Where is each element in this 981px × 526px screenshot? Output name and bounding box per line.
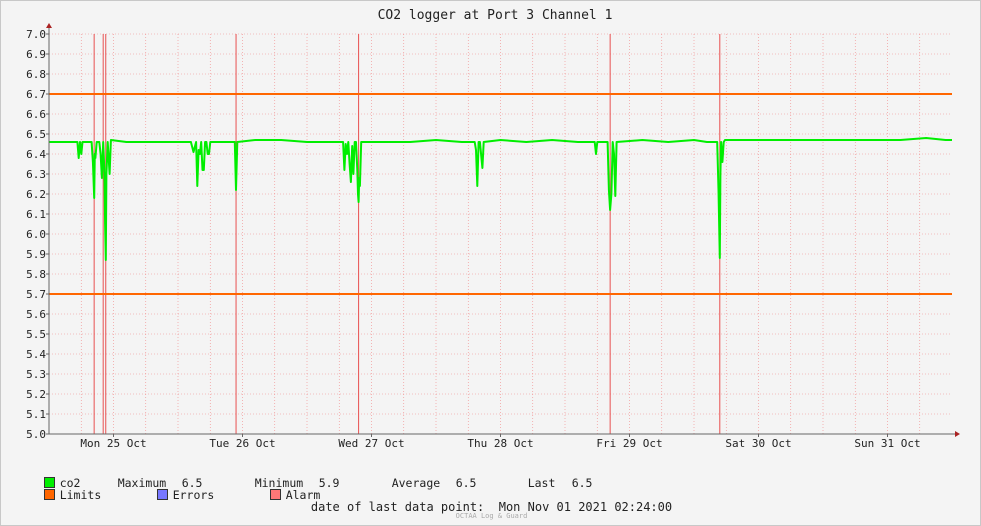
y-tick-label: 5.3 bbox=[26, 368, 46, 381]
legend-keys-row: Limits Errors Alarm bbox=[16, 476, 320, 502]
x-tick-labels: Mon 25 Oct Tue 26 Oct Wed 27 Oct Thu 28 Oct… bbox=[80, 437, 920, 450]
legend-avg-value: 6.5 bbox=[455, 476, 477, 490]
x-axis-arrow bbox=[955, 431, 960, 437]
alarm-swatch bbox=[269, 489, 281, 500]
y-tick-label: 5.1 bbox=[26, 408, 46, 421]
legend-last-label: Last bbox=[527, 476, 556, 490]
x-tick-label: Mon 25 Oct bbox=[80, 437, 146, 450]
x-tick-label: Sat 30 Oct bbox=[725, 437, 791, 450]
errors-swatch bbox=[156, 489, 168, 500]
x-tick-label: Sun 31 Oct bbox=[854, 437, 920, 450]
y-tick-label: 6.2 bbox=[26, 188, 46, 201]
y-tick-label: 6.3 bbox=[26, 168, 46, 181]
y-axis-arrow bbox=[46, 23, 52, 28]
co2-chart: CO2 logger at Port 3 Channel 1 5.0 5.1 5.2… bbox=[26, 8, 960, 450]
y-tick-label: 6.4 bbox=[26, 148, 46, 161]
y-tick-label: 5.0 bbox=[26, 428, 46, 441]
y-tick-label: 5.2 bbox=[26, 388, 46, 401]
y-tick-labels: 5.0 5.1 5.2 5.3 5.4 5.5 5.6 5.7 5.8 5.9 6.0 6.1 6.2 6… bbox=[26, 28, 46, 441]
y-tick-label: 5.4 bbox=[26, 348, 46, 361]
x-tick-label: Fri 29 Oct bbox=[596, 437, 662, 450]
limits-swatch bbox=[43, 489, 55, 500]
y-tick-label: 6.7 bbox=[26, 88, 46, 101]
legend-avg-label: Average bbox=[391, 476, 441, 490]
legend-min-value: 5.9 bbox=[318, 476, 340, 490]
x-tick-label: Thu 28 Oct bbox=[467, 437, 533, 450]
y-tick-label: 5.5 bbox=[26, 328, 46, 341]
y-tick-label: 6.6 bbox=[26, 108, 46, 121]
y-tick-label: 5.8 bbox=[26, 268, 46, 281]
y-tick-label: 5.9 bbox=[26, 248, 46, 261]
watermark: OCTAA Log & Guard bbox=[455, 512, 528, 520]
y-tick-label: 7.0 bbox=[26, 28, 46, 41]
x-tick-label: Wed 27 Oct bbox=[338, 437, 404, 450]
y-tick-label: 6.1 bbox=[26, 208, 46, 221]
y-tick-label: 5.7 bbox=[26, 288, 46, 301]
y-tick-label: 6.9 bbox=[26, 48, 46, 61]
x-tick-label: Tue 26 Oct bbox=[209, 437, 275, 450]
y-tick-label: 6.0 bbox=[26, 228, 46, 241]
legend-last-value: 6.5 bbox=[571, 476, 593, 490]
y-tick-label: 5.6 bbox=[26, 308, 46, 321]
chart-frame: CO2 logger at Port 3 Channel 1 5.0 5.1 5.2… bbox=[0, 0, 981, 526]
y-tick-label: 6.5 bbox=[26, 128, 46, 141]
chart-title: CO2 logger at Port 3 Channel 1 bbox=[378, 8, 613, 23]
y-tick-label: 6.8 bbox=[26, 68, 46, 81]
